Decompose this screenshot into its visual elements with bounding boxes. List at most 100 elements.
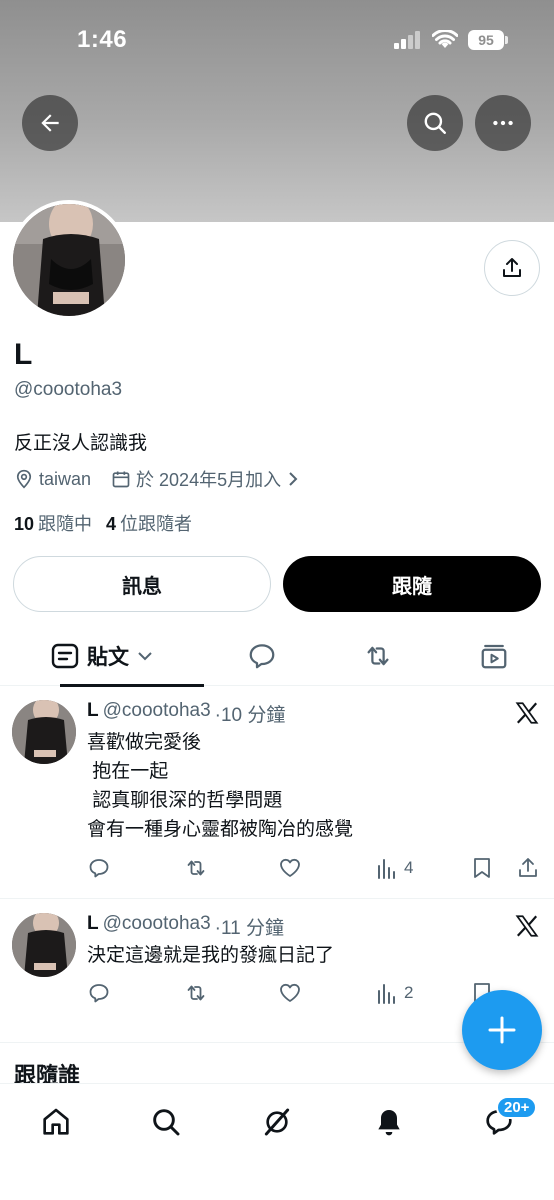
post-avatar[interactable] xyxy=(12,700,76,764)
share-icon xyxy=(519,858,537,877)
status-time: 1:46 xyxy=(77,26,128,53)
tab-media[interactable] xyxy=(466,626,522,686)
join-date-text: 於 2024年5月加入 xyxy=(136,470,282,490)
post-line: 認真聊很深的哲學問題 xyxy=(87,790,283,811)
tab-replies[interactable] xyxy=(234,626,290,686)
following-label: 跟隨中 xyxy=(38,514,93,534)
follow-button[interactable]: 跟隨 xyxy=(283,556,541,612)
search-icon xyxy=(424,112,446,134)
repost-icon xyxy=(187,985,205,1001)
like-button[interactable] xyxy=(278,856,302,880)
views-bar-icon xyxy=(378,984,395,1004)
follow-counts: 10 跟隨中 4 位跟隨者 xyxy=(14,510,192,536)
more-dots-icon xyxy=(493,120,513,126)
profile-bio: 反正沒人認識我 xyxy=(14,433,148,454)
tab-posts-label: 貼文 xyxy=(87,646,129,669)
avatar-photo xyxy=(13,204,125,316)
profile-meta: taiwan 於 2024年5月加入 xyxy=(14,466,320,492)
wifi-icon xyxy=(432,30,458,48)
plus-icon xyxy=(488,1016,516,1044)
post-author-name[interactable]: L xyxy=(87,913,99,940)
reply-button[interactable] xyxy=(87,856,111,880)
nav-home[interactable] xyxy=(36,1102,76,1142)
views-count: 2 xyxy=(404,983,414,1002)
post-line: 會有一種身心靈都被陶冶的感覺 xyxy=(87,819,354,840)
calendar-icon xyxy=(112,471,130,488)
share-post-button[interactable] xyxy=(516,856,540,880)
views-button[interactable]: 2 xyxy=(376,981,413,1005)
location-pin-icon xyxy=(16,469,32,489)
chevron-right-icon xyxy=(289,472,298,486)
views-button[interactable]: 4 xyxy=(376,856,413,880)
message-button[interactable]: 訊息 xyxy=(13,556,271,612)
share-icon xyxy=(503,258,521,277)
post-author-name[interactable]: L xyxy=(87,700,99,727)
home-icon xyxy=(43,1108,69,1135)
views-count: 4 xyxy=(404,858,414,877)
views-bar-icon xyxy=(378,859,395,879)
bottom-navigation: 20+ xyxy=(0,1083,554,1200)
post-author-handle[interactable]: @coootoha3 xyxy=(103,913,211,940)
nav-notifications[interactable] xyxy=(369,1102,409,1142)
back-button[interactable] xyxy=(22,95,78,151)
reply-icon xyxy=(89,859,109,878)
post-text: 喜歡做完愛後 抱在一起 認真聊很深的哲學問題 會有一種身心靈都被陶冶的感覺 xyxy=(87,728,353,844)
post-avatar[interactable] xyxy=(12,913,76,977)
reply-button[interactable] xyxy=(87,981,111,1005)
share-profile-button[interactable] xyxy=(484,240,540,296)
bookmark-button[interactable] xyxy=(471,856,493,880)
more-options-button[interactable] xyxy=(475,95,531,151)
post-timestamp: ·10 分鐘 xyxy=(214,705,286,726)
reply-icon xyxy=(89,984,109,1003)
arrow-left-icon xyxy=(41,114,59,132)
post-timestamp: ·11 分鐘 xyxy=(214,918,284,939)
join-date[interactable]: 於 2024年5月加入 xyxy=(111,466,300,492)
post-line: 決定這邊就是我的發瘋日記了 xyxy=(87,945,335,966)
battery-indicator: 95 xyxy=(468,30,508,50)
repost-icon xyxy=(187,860,205,876)
post-author-handle[interactable]: @coootoha3 xyxy=(103,700,211,727)
post-text: 決定這邊就是我的發瘋日記了 xyxy=(87,941,334,970)
reply-bubble-icon xyxy=(249,644,275,669)
repost-icon xyxy=(367,646,389,666)
bookmark-icon xyxy=(474,858,490,878)
nav-search[interactable] xyxy=(146,1102,186,1142)
status-icons: 95 xyxy=(394,30,508,50)
following-count: 10 xyxy=(14,514,35,534)
messages-badge: 20+ xyxy=(496,1096,538,1119)
grok-icon xyxy=(264,1108,290,1136)
repost-button[interactable] xyxy=(183,856,209,880)
bell-icon xyxy=(378,1110,400,1136)
x-logo-icon xyxy=(515,915,539,937)
chevron-down-icon xyxy=(138,652,152,661)
tab-posts[interactable]: 貼文 xyxy=(30,626,204,687)
x-logo-icon xyxy=(515,702,539,724)
search-button[interactable] xyxy=(407,95,463,151)
post-header: L @coootoha3 ·11 分鐘 xyxy=(87,913,284,940)
following-count-link[interactable]: 10 跟隨中 xyxy=(14,510,92,536)
profile-tabs: 貼文 xyxy=(0,626,554,687)
nav-grok[interactable] xyxy=(257,1102,297,1142)
post-header: L @coootoha3 ·10 分鐘 xyxy=(87,700,285,727)
profile-avatar[interactable] xyxy=(9,200,129,320)
heart-icon xyxy=(280,858,300,877)
followers-label: 位跟隨者 xyxy=(120,514,193,534)
media-play-icon xyxy=(481,644,507,669)
signal-icon xyxy=(394,31,420,49)
like-button[interactable] xyxy=(278,981,302,1005)
location: taiwan xyxy=(14,469,91,490)
post-item[interactable]: L @coootoha3 ·10 分鐘 喜歡做完愛後 抱在一起 認真聊很深的哲學… xyxy=(0,686,554,899)
heart-icon xyxy=(280,983,300,1002)
followers-count: 4 xyxy=(106,514,117,534)
battery-level: 95 xyxy=(468,30,504,50)
compose-post-button[interactable] xyxy=(462,990,542,1070)
followers-count-link[interactable]: 4 位跟隨者 xyxy=(106,510,192,536)
location-text: taiwan xyxy=(39,468,92,489)
profile-handle: @coootoha3 xyxy=(14,379,123,400)
tab-reposts[interactable] xyxy=(350,626,406,686)
search-icon xyxy=(153,1109,180,1136)
posts-icon xyxy=(51,643,79,669)
profile-name: L xyxy=(14,338,33,371)
repost-button[interactable] xyxy=(183,981,209,1005)
post-line: 抱在一起 xyxy=(87,761,169,782)
